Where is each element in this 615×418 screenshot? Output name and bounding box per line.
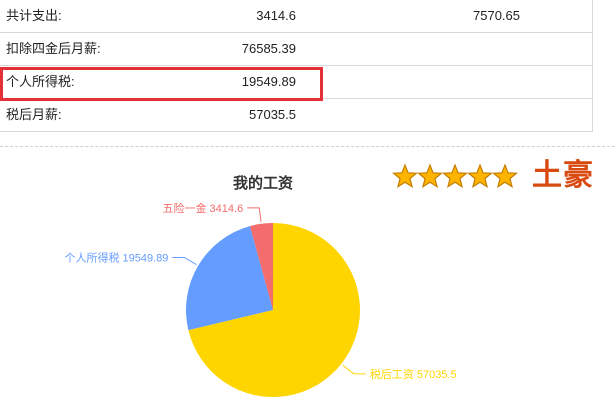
summary-row-net-after-funds: 扣除四金后月薪: 76585.39 bbox=[0, 33, 593, 66]
row-value: 19549.89 bbox=[241, 74, 296, 89]
slice-label: 税后工资 57035.5 bbox=[370, 367, 457, 381]
chart-title: 我的工资 bbox=[233, 174, 293, 192]
summary-row-income-tax: 个人所得税: 19549.89 bbox=[0, 66, 593, 101]
label-leader-line bbox=[172, 257, 197, 266]
row-value: 57035.5 bbox=[249, 107, 296, 122]
row-value: 76585.39 bbox=[241, 41, 296, 56]
summary-row-total-expense: 共计支出: 3414.6 7570.65 bbox=[0, 0, 593, 33]
row-value-secondary: 7570.65 bbox=[473, 8, 520, 23]
salary-pie-chart: 我的工资 税后工资 57035.5 个人所得税 19549.89 五险一金 3414… bbox=[64, 174, 457, 397]
summary-row-after-tax: 税后月薪: 57035.5 bbox=[0, 99, 593, 132]
section-divider bbox=[0, 146, 615, 147]
row-label: 共计支出: bbox=[6, 8, 62, 23]
slice-label: 五险一金 3414.6 bbox=[162, 201, 243, 215]
row-label: 扣除四金后月薪: bbox=[6, 41, 101, 56]
row-label: 个人所得税: bbox=[6, 74, 75, 89]
salary-summary-table: 共计支出: 3414.6 7570.65 扣除四金后月薪: 76585.39 个… bbox=[0, 0, 593, 132]
row-value: 3414.6 bbox=[256, 8, 296, 23]
slice-label: 个人所得税 19549.89 bbox=[64, 251, 168, 265]
label-leader-line bbox=[247, 207, 262, 222]
label-leader-line bbox=[342, 364, 366, 375]
row-label: 税后月薪: bbox=[6, 107, 62, 122]
